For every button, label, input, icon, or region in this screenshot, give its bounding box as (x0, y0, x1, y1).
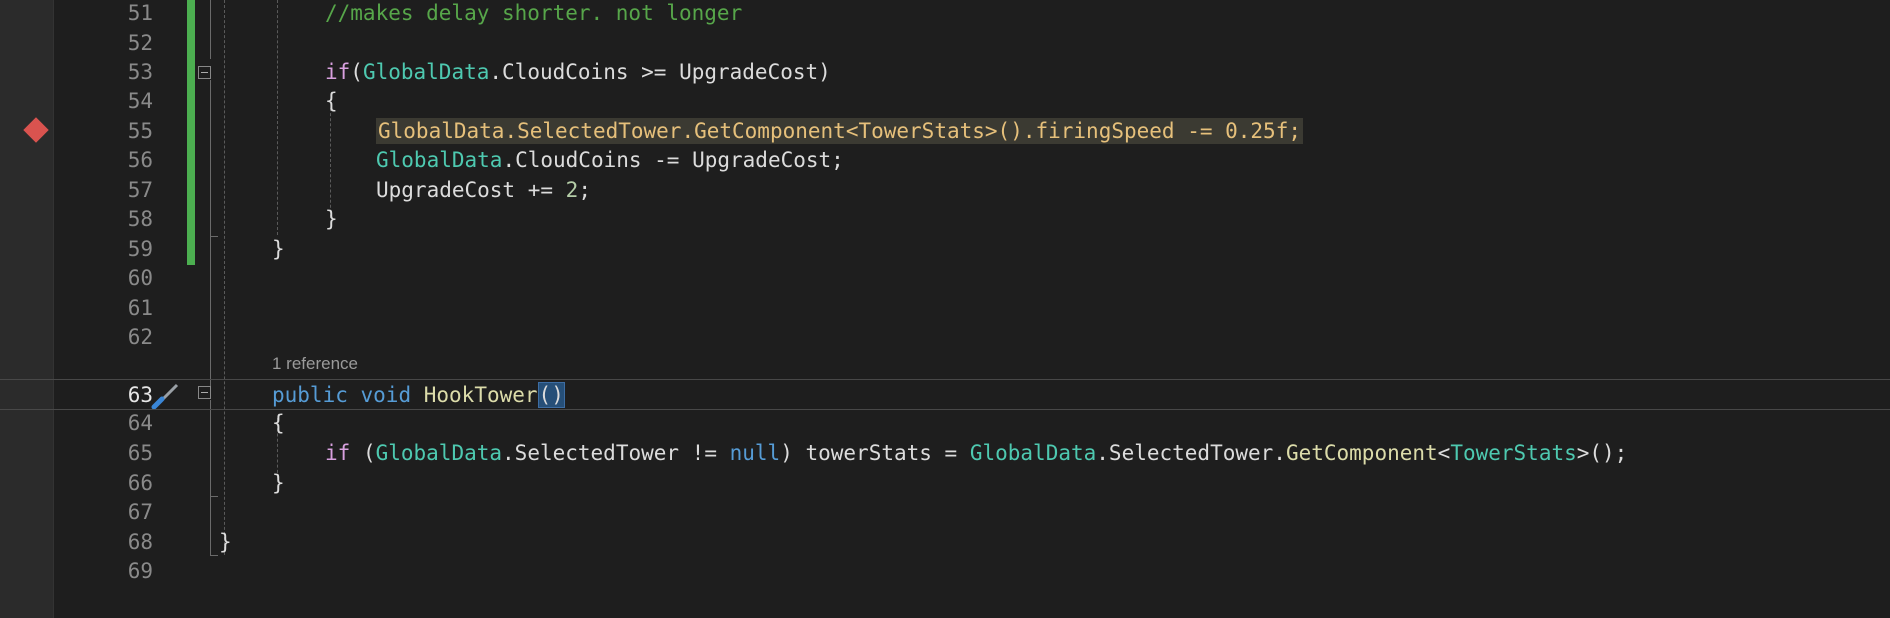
method-name: GetComponent (1285, 441, 1438, 465)
member-access: .SelectedTower. (1096, 441, 1286, 465)
statement-end: >(); (1576, 441, 1628, 465)
code-text: if (GlobalData.SelectedTower != null) to… (325, 438, 1627, 468)
code-line[interactable]: 60 (0, 263, 1890, 293)
code-text: GlobalData.SelectedTower.GetComponent<To… (376, 116, 1303, 146)
line-number: 64 (127, 411, 153, 435)
code-line[interactable]: 53 if(GlobalData.CloudCoins >= UpgradeCo… (0, 57, 1890, 87)
code-line[interactable]: 67 (0, 497, 1890, 527)
codelens-references[interactable]: 1 reference (272, 354, 358, 374)
code-line[interactable]: 52 (0, 28, 1890, 58)
operator: >= (628, 60, 680, 84)
member-access: >().firingSpeed -= (984, 119, 1226, 143)
statement: UpgradeCost += (376, 178, 566, 202)
line-number: 69 (127, 559, 153, 583)
line-number: 66 (127, 471, 153, 495)
type-name: TowerStats (1450, 441, 1577, 465)
code-line[interactable]: 56 GlobalData.CloudCoins -= UpgradeCost; (0, 145, 1890, 175)
code-line[interactable]: 68 } (0, 527, 1890, 557)
paren: ( (350, 60, 363, 84)
breakpoint-highlight: GlobalData.SelectedTower.GetComponent<To… (376, 118, 1303, 144)
member: CloudCoins (502, 60, 629, 84)
type-name: GlobalData (378, 119, 505, 143)
line-number: 54 (127, 89, 153, 113)
code-line[interactable]: 61 (0, 293, 1890, 323)
brace: } (272, 237, 285, 261)
line-number: 58 (127, 207, 153, 231)
number-literal: 2 (565, 178, 579, 202)
line-number: 56 (127, 148, 153, 172)
matching-parens: () (537, 382, 565, 408)
type-name: GlobalData (362, 60, 490, 84)
code-line[interactable]: 66 } (0, 468, 1890, 498)
brace: } (272, 471, 285, 495)
type-name: GlobalData (375, 441, 503, 465)
line-number: 61 (127, 296, 153, 320)
code-line[interactable]: 64 { (0, 408, 1890, 438)
statement: ) towerStats = (780, 441, 970, 465)
type-name: GlobalData (969, 441, 1097, 465)
code-line[interactable]: 59 } (0, 234, 1890, 264)
line-number: 53 (127, 60, 153, 84)
line-number: 68 (127, 530, 153, 554)
code-line[interactable]: 57 UpgradeCost += 2; (0, 175, 1890, 205)
brace: { (325, 89, 338, 113)
code-line[interactable]: 65 if (GlobalData.SelectedTower != null)… (0, 438, 1890, 468)
keyword-if: if (325, 60, 351, 84)
code-text: //makes delay shorter. not longer (325, 0, 742, 28)
line-number: 67 (127, 500, 153, 524)
code-editor[interactable]: 51 //makes delay shorter. not longer 52 … (0, 0, 1890, 618)
brace: } (219, 530, 232, 554)
brace: } (325, 207, 338, 231)
generic-open: < (845, 119, 859, 143)
line-number: 60 (127, 266, 153, 290)
code-text: UpgradeCost += 2; (376, 175, 591, 205)
code-text: public void HookTower() (272, 380, 565, 410)
keyword-void: void (360, 383, 412, 407)
generic-open: < (1437, 441, 1451, 465)
code-line-current[interactable]: 63 public void HookTower() (0, 379, 1890, 410)
semicolon: ; (1288, 119, 1301, 143)
code-line[interactable]: 58 } (0, 204, 1890, 234)
statement: .SelectedTower != (502, 441, 730, 465)
paren: ) (818, 60, 831, 84)
statement: .CloudCoins -= UpgradeCost; (502, 148, 844, 172)
keyword-if: if (325, 441, 351, 465)
code-text: GlobalData.CloudCoins -= UpgradeCost; (376, 145, 844, 175)
method-name: HookTower (423, 383, 538, 407)
line-number: 51 (127, 1, 153, 25)
line-number: 52 (127, 31, 153, 55)
variable: UpgradeCost (679, 60, 819, 84)
member-access: .SelectedTower. (504, 119, 695, 143)
code-line[interactable]: 55 GlobalData.SelectedTower.GetComponent… (0, 116, 1890, 146)
code-text: if(GlobalData.CloudCoins >= UpgradeCost) (325, 57, 831, 87)
keyword-null: null (729, 441, 781, 465)
paren: ( (350, 441, 376, 465)
line-number: 65 (127, 441, 153, 465)
code-line[interactable]: 62 (0, 322, 1890, 352)
comment: //makes delay shorter. not longer (325, 1, 743, 25)
line-number: 62 (127, 325, 153, 349)
line-number: 59 (127, 237, 153, 261)
line-number: 63 (127, 383, 153, 407)
type-name: TowerStats (858, 119, 985, 143)
method-name: GetComponent (694, 119, 846, 143)
keyword-public: public (272, 383, 348, 407)
brace: { (272, 411, 285, 435)
line-number: 55 (127, 119, 153, 143)
type-name: GlobalData (376, 148, 503, 172)
semicolon: ; (578, 178, 591, 202)
number-literal: 0.25f (1225, 119, 1289, 143)
dot: . (489, 60, 503, 84)
code-line[interactable]: 69 (0, 556, 1890, 586)
code-line[interactable]: 54 { (0, 86, 1890, 116)
line-number: 57 (127, 178, 153, 202)
code-line[interactable]: 51 //makes delay shorter. not longer (0, 0, 1890, 28)
